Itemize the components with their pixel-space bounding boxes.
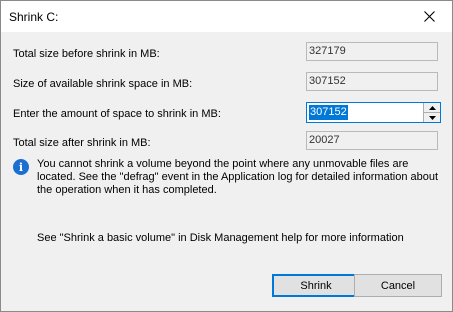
shrink-button[interactable]: Shrink <box>272 274 360 297</box>
spin-up-button[interactable] <box>424 103 440 113</box>
shrink-amount-spinner[interactable]: 307152 <box>306 102 441 123</box>
info-icon: i <box>13 159 29 175</box>
spin-down-button[interactable] <box>424 113 440 122</box>
total-after-value: 20027 <box>306 131 438 150</box>
available-space-value: 307152 <box>306 72 438 91</box>
close-icon <box>424 11 435 22</box>
help-message: See "Shrink a basic volume" in Disk Mana… <box>37 232 404 244</box>
shrink-dialog: Shrink C: Total size before shrink in MB… <box>0 0 453 312</box>
shrink-amount-input[interactable] <box>307 103 424 122</box>
total-before-label: Total size before shrink in MB: <box>13 48 160 60</box>
title-bar: Shrink C: <box>1 1 452 32</box>
total-after-label: Total size after shrink in MB: <box>13 137 151 149</box>
close-button[interactable] <box>407 1 452 32</box>
chevron-down-icon <box>428 115 436 120</box>
chevron-up-icon <box>428 105 436 110</box>
info-message: You cannot shrink a volume beyond the po… <box>37 158 439 196</box>
available-space-label: Size of available shrink space in MB: <box>13 78 193 90</box>
total-before-value: 327179 <box>306 42 438 61</box>
spinner-buttons <box>423 103 440 122</box>
cancel-button[interactable]: Cancel <box>354 274 442 297</box>
shrink-amount-label: Enter the amount of space to shrink in M… <box>13 108 221 120</box>
dialog-title: Shrink C: <box>9 10 59 24</box>
